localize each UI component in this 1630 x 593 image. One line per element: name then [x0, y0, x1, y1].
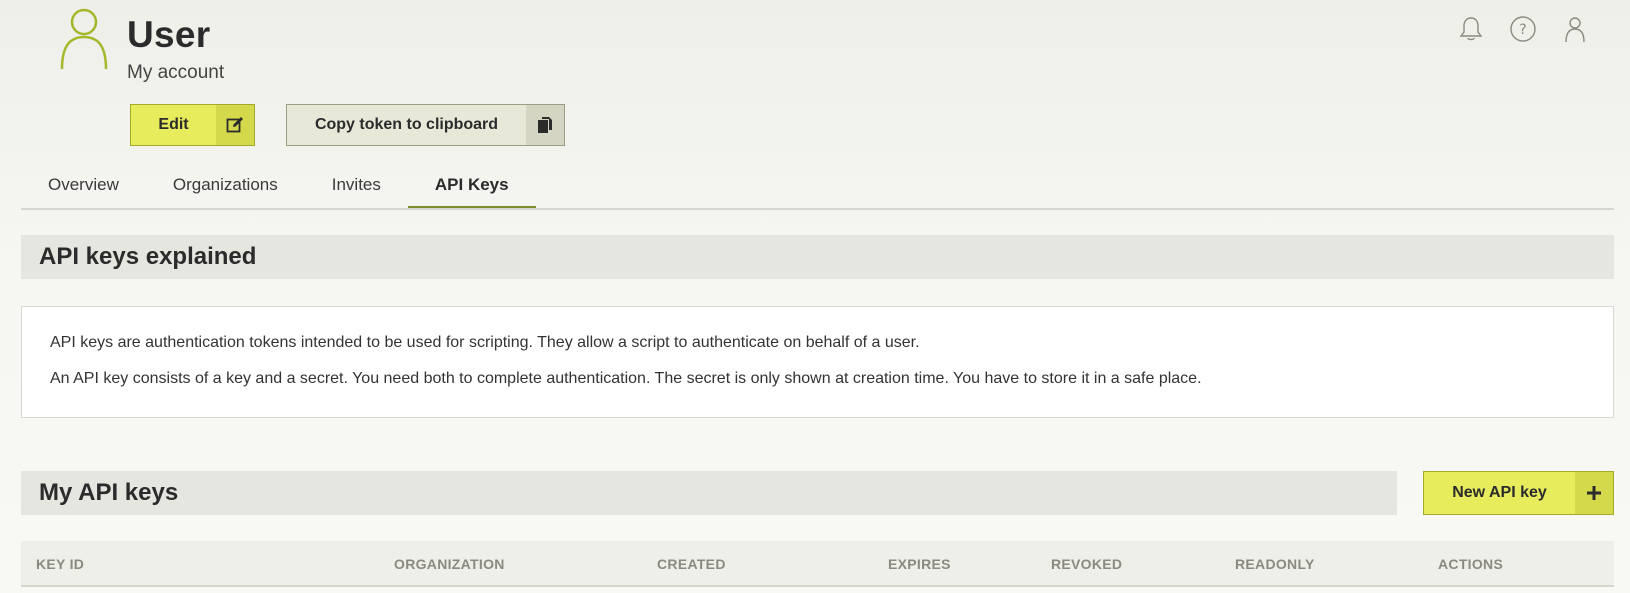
copy-token-label: Copy token to clipboard	[314, 116, 499, 133]
column-header-readonly[interactable]: READONLY	[1235, 556, 1315, 572]
edit-button[interactable]: Edit	[130, 104, 255, 146]
column-header-actions: ACTIONS	[1438, 556, 1504, 572]
page-title: User	[127, 14, 211, 55]
info-paragraph: API keys are authentication tokens inten…	[50, 334, 920, 351]
new-api-key-button[interactable]: New API key	[1423, 471, 1614, 515]
column-header-organization[interactable]: ORGANIZATION	[394, 556, 505, 572]
info-panel: API keys are authentication tokens inten…	[21, 306, 1614, 418]
tab-invites[interactable]: Invites	[305, 168, 408, 208]
tab-organizations[interactable]: Organizations	[146, 168, 305, 208]
avatar-icon	[58, 6, 110, 70]
plus-icon	[1575, 472, 1613, 514]
section-title-my-keys: My API keys	[21, 471, 1397, 515]
svg-text:?: ?	[1519, 22, 1526, 38]
tab-api-keys[interactable]: API Keys	[407, 168, 536, 208]
section-title-explained: API keys explained	[21, 235, 1614, 279]
info-paragraph: An API key consists of a key and a secre…	[50, 370, 1202, 387]
api-keys-table-header: KEY ID ORGANIZATION CREATED EXPIRES REVO…	[21, 541, 1614, 587]
tab-bar: Overview Organizations Invites API Keys	[21, 168, 1614, 210]
tab-overview[interactable]: Overview	[21, 168, 146, 208]
help-icon[interactable]: ?	[1508, 14, 1538, 44]
column-header-revoked[interactable]: REVOKED	[1051, 556, 1122, 572]
edit-button-label: Edit	[158, 116, 189, 133]
bell-icon[interactable]	[1456, 14, 1486, 44]
edit-icon	[216, 105, 254, 145]
column-header-created[interactable]: CREATED	[657, 556, 726, 572]
clipboard-icon	[526, 105, 564, 145]
top-icon-bar: ?	[1456, 14, 1590, 44]
new-api-key-label: New API key	[1452, 484, 1547, 501]
page-subtitle: My account	[127, 62, 225, 83]
column-header-expires[interactable]: EXPIRES	[888, 556, 951, 572]
column-header-key-id[interactable]: KEY ID	[36, 556, 84, 572]
user-icon[interactable]	[1560, 14, 1590, 44]
copy-token-button[interactable]: Copy token to clipboard	[286, 104, 565, 146]
